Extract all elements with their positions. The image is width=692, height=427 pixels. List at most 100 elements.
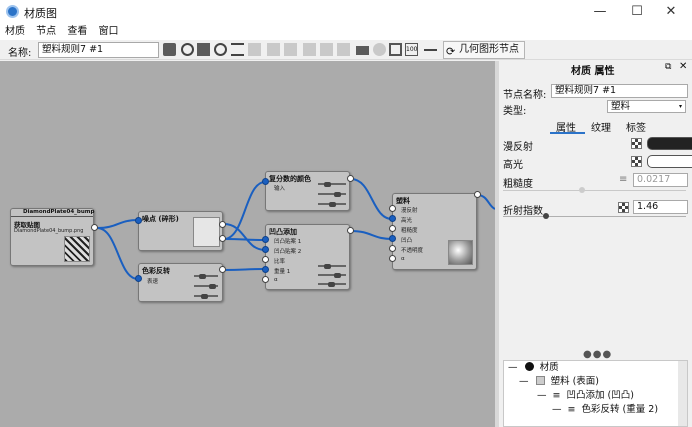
ior-slider-knob[interactable]: [543, 213, 549, 219]
drag-handle-icon[interactable]: ●●●: [583, 349, 612, 360]
ior-slider[interactable]: [503, 216, 686, 217]
input-port[interactable]: [135, 275, 142, 282]
plastic-node[interactable]: 塑料 漫反射 高光 粗糙度 凹凸 不透明度 α: [392, 193, 477, 270]
collapse-icon[interactable]: —: [508, 362, 518, 373]
slider-knob[interactable]: [324, 182, 331, 187]
output-port[interactable]: [347, 227, 354, 234]
close-button[interactable]: ✕: [648, 0, 692, 24]
plastic-icon: [535, 376, 545, 385]
collapse-icon[interactable]: —: [519, 376, 529, 387]
slider-knob[interactable]: [201, 294, 208, 299]
property-tabs: 属性 纹理 标签: [499, 119, 692, 134]
node-input-label: 高光: [401, 218, 413, 224]
name-field[interactable]: 塑料规则7 #1: [38, 42, 159, 58]
slider-knob[interactable]: [328, 282, 335, 287]
input-port[interactable]: [262, 236, 269, 243]
geometry-nodes-button[interactable]: ⟳ 几何图形节点: [443, 41, 525, 59]
output-port[interactable]: [219, 266, 226, 273]
geometry-nodes-label: 几何图形节点: [459, 44, 519, 55]
complex-color-node[interactable]: 复分数的颜色 输入: [265, 171, 350, 211]
input-port[interactable]: [262, 266, 269, 273]
tree-scrollbar[interactable]: [678, 361, 687, 426]
slider-knob[interactable]: [209, 284, 216, 289]
slider[interactable]: [318, 183, 346, 185]
type-select[interactable]: 塑料 ▾: [607, 100, 686, 113]
tree-item-plastic[interactable]: — 塑料 (表面): [519, 375, 599, 389]
noise-node[interactable]: 噪点 (碎形): [138, 211, 223, 251]
output-port[interactable]: [219, 235, 226, 242]
roughness-slider-knob[interactable]: [579, 187, 585, 193]
texture-toggle-icon[interactable]: [631, 156, 642, 167]
warning-icon: [248, 43, 261, 56]
slider[interactable]: [318, 274, 346, 276]
slider-knob[interactable]: [199, 274, 206, 279]
output-port[interactable]: [91, 224, 98, 231]
menu-material[interactable]: 材质: [5, 24, 25, 39]
close-panel-icon[interactable]: ✕: [679, 61, 687, 72]
tab-texture[interactable]: 纹理: [591, 119, 611, 134]
diamond-plate-node[interactable]: DiamondPlate04_bump 获取贴图 DiamondPlate04_…: [10, 208, 94, 266]
arrange-icon[interactable]: [356, 46, 369, 55]
tree-item-bump-add[interactable]: — ≡ 凹凸添加 (凹凸): [537, 389, 634, 403]
roughness-slider[interactable]: [503, 190, 686, 191]
input-port[interactable]: [389, 245, 396, 252]
node-title: 复分数的颜色: [269, 175, 311, 183]
output-port[interactable]: [347, 175, 354, 182]
sliders-icon[interactable]: ≡: [619, 174, 627, 185]
bump-add-node[interactable]: 凹凸添加 凹凸贴案 1 凹凸贴案 2 比率 重量 1 α: [265, 224, 350, 290]
menu-window[interactable]: 窗口: [99, 24, 119, 39]
input-port[interactable]: [389, 235, 396, 242]
tree-item-material[interactable]: — 材质: [508, 361, 559, 375]
zoom-100-icon[interactable]: 100: [405, 43, 418, 56]
color-invert-node[interactable]: 色彩反转 表速: [138, 263, 223, 302]
tree-item-label: 凹凸添加 (凹凸): [566, 390, 634, 401]
slider-knob[interactable]: [324, 264, 331, 269]
input-port[interactable]: [262, 256, 269, 263]
slider[interactable]: [318, 193, 346, 195]
node-name-field[interactable]: 塑料规则7 #1: [551, 84, 688, 98]
connect-icon[interactable]: [424, 49, 437, 51]
sliders-icon[interactable]: [231, 43, 244, 56]
slider-knob[interactable]: [329, 202, 336, 207]
ior-field[interactable]: 1.46: [633, 200, 688, 214]
tab-tags[interactable]: 标签: [626, 119, 646, 134]
slider[interactable]: [194, 275, 218, 277]
texture-toggle-icon[interactable]: [618, 202, 629, 213]
diffuse-color-swatch[interactable]: [647, 137, 692, 150]
input-port[interactable]: [262, 276, 269, 283]
node-file: DiamondPlate04_bump.png: [14, 228, 84, 234]
input-port[interactable]: [389, 255, 396, 262]
output-port[interactable]: [474, 191, 481, 198]
output-port[interactable]: [219, 221, 226, 228]
float-panel-icon[interactable]: ⧉: [665, 62, 671, 72]
menu-view[interactable]: 查看: [67, 24, 87, 39]
target-icon[interactable]: [214, 43, 227, 56]
save-icon[interactable]: [163, 43, 176, 56]
specular-color-swatch[interactable]: [647, 155, 692, 168]
input-port[interactable]: [135, 217, 142, 224]
fit-view-icon[interactable]: [389, 43, 402, 56]
collapse-icon[interactable]: —: [552, 404, 562, 415]
node-input-label: 输入: [274, 186, 286, 192]
type-value: 塑料: [611, 101, 631, 112]
slider-knob[interactable]: [334, 192, 341, 197]
collapse-icon[interactable]: —: [537, 390, 547, 401]
input-port[interactable]: [262, 246, 269, 253]
input-port[interactable]: [389, 205, 396, 212]
node-graph-canvas[interactable]: DiamondPlate04_bump 获取贴图 DiamondPlate04_…: [0, 61, 495, 427]
texture-toggle-icon[interactable]: [631, 138, 642, 149]
menu-node[interactable]: 节点: [36, 24, 56, 39]
checker-icon[interactable]: [197, 43, 210, 56]
slider[interactable]: [318, 265, 346, 267]
material-ball-icon[interactable]: [181, 43, 194, 56]
roughness-field[interactable]: 0.0217: [633, 173, 688, 187]
slider-knob[interactable]: [334, 273, 341, 278]
material-preview: [448, 240, 473, 265]
input-port[interactable]: [262, 178, 269, 185]
tree-item-color-invert[interactable]: — ≡ 色彩反转 (重量 2): [552, 403, 658, 417]
input-port[interactable]: [389, 225, 396, 232]
node-input-label: 表速: [147, 279, 159, 285]
input-port[interactable]: [389, 215, 396, 222]
properties-panel: 材质 属性 ⧉ ✕ 节点名称: 塑料规则7 #1 类型: 塑料 ▾ 属性 纹理 …: [499, 61, 692, 427]
wire-noise-bump1: [223, 238, 266, 241]
